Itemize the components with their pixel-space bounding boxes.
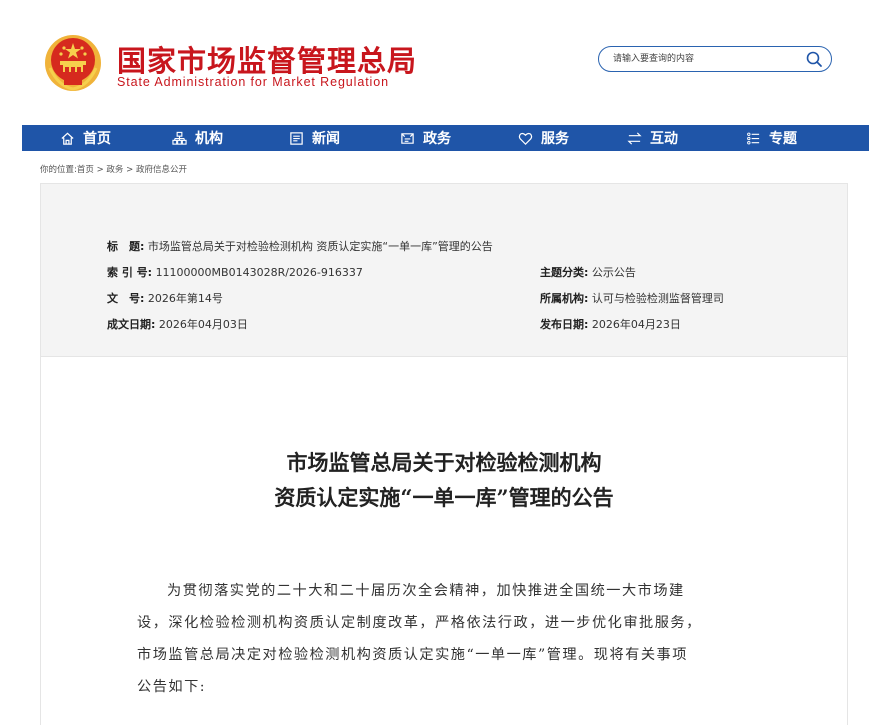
meta-org-row: 所属机构: 认可与检验检测监督管理司 xyxy=(540,290,724,306)
home-icon xyxy=(61,132,74,145)
nav-item-topics[interactable]: 专题 xyxy=(746,125,797,151)
meta-org-value: 认可与检验检测监督管理司 xyxy=(591,292,724,305)
meta-org-label: 所属机构: xyxy=(540,292,589,305)
article-panel: 标 题: 市场监管总局关于对检验检测机构 资质认定实施“一单一库”管理的公告 索… xyxy=(40,183,848,725)
breadcrumb-prefix: 你的位置: xyxy=(40,165,77,175)
site-subtitle: State Administration for Market Regulati… xyxy=(117,75,389,89)
meta-docno-label: 文 号: xyxy=(107,292,145,305)
meta-publish-row: 发布日期: 2026年04月23日 xyxy=(540,316,681,332)
meta-topic-row: 主题分类: 公示公告 xyxy=(540,264,636,280)
paragraph-line: 设，深化检验检测机构资质认定制度改革，严格依法行政，进一步优化审批服务， xyxy=(137,615,702,631)
heart-icon xyxy=(518,132,533,145)
document-title-line-2: 资质认定实施“一单一库”管理的公告 xyxy=(274,485,614,510)
nav-label: 首页 xyxy=(83,131,111,147)
meta-publish-value: 2026年04月23日 xyxy=(591,318,681,331)
nav-item-affairs[interactable]: 政务 xyxy=(400,125,451,151)
nav-item-org[interactable]: 机构 xyxy=(172,125,223,151)
meta-title-label: 标 题: xyxy=(107,240,145,253)
exchange-icon xyxy=(627,131,642,145)
nav-label: 专题 xyxy=(769,131,797,147)
breadcrumb-item-home[interactable]: 首页 xyxy=(77,165,94,175)
nav-item-news[interactable]: 新闻 xyxy=(289,125,340,151)
meta-index-label: 索 引 号: xyxy=(107,266,153,279)
meta-topic-label: 主题分类: xyxy=(540,266,589,279)
nav-item-home[interactable]: 首页 xyxy=(60,125,111,151)
breadcrumb-separator: > xyxy=(93,165,107,175)
org-chart-icon xyxy=(172,131,187,145)
nav-item-services[interactable]: 服务 xyxy=(518,125,569,151)
meta-publish-label: 发布日期: xyxy=(540,318,589,331)
meta-topic-value: 公示公告 xyxy=(591,266,636,279)
search-box xyxy=(598,46,832,72)
meta-docno-value: 2026年第14号 xyxy=(147,292,223,305)
paragraph-line: 市场监管总局决定对检验检测机构资质认定实施“一单一库”管理。现将有关事项 xyxy=(137,647,688,663)
search-icon[interactable] xyxy=(805,50,823,68)
document-metadata: 标 题: 市场监管总局关于对检验检测机构 资质认定实施“一单一库”管理的公告 索… xyxy=(41,184,847,357)
meta-title-row: 标 题: 市场监管总局关于对检验检测机构 资质认定实施“一单一库”管理的公告 xyxy=(107,238,493,254)
site-title[interactable]: 国家市场监督管理总局 xyxy=(117,38,417,80)
list-icon xyxy=(747,132,760,144)
nav-label: 机构 xyxy=(195,131,223,147)
meta-index-row: 索 引 号: 11100000MB0143028R/2026-916337 xyxy=(107,264,363,280)
site-header: 国家市场监督管理总局 State Administration for Mark… xyxy=(0,0,891,112)
nav-label: 新闻 xyxy=(312,131,340,147)
breadcrumb-item-affairs[interactable]: 政务 xyxy=(106,165,123,175)
main-nav: 首页 机构 新闻 政务 服务 互动 专题 xyxy=(22,125,869,151)
meta-title-value: 市场监管总局关于对检验检测机构 资质认定实施“一单一库”管理的公告 xyxy=(147,240,493,253)
meta-written-label: 成文日期: xyxy=(107,318,156,331)
nav-label: 互动 xyxy=(650,131,678,147)
paragraph-line: 为贯彻落实党的二十大和二十届历次全会精神，加快推进全国统一大市场建 xyxy=(167,583,685,599)
breadcrumb-item-gov-info[interactable]: 政府信息公开 xyxy=(136,165,187,175)
nav-item-interaction[interactable]: 互动 xyxy=(627,125,678,151)
meta-written-row: 成文日期: 2026年04月03日 xyxy=(107,316,248,332)
nav-label: 政务 xyxy=(423,131,451,147)
document-icon xyxy=(401,132,414,144)
breadcrumb-separator: > xyxy=(123,165,136,175)
national-emblem-icon[interactable] xyxy=(44,34,102,92)
nav-label: 服务 xyxy=(541,131,569,147)
meta-docno-row: 文 号: 2026年第14号 xyxy=(107,290,223,306)
meta-index-value: 11100000MB0143028R/2026-916337 xyxy=(155,266,363,279)
meta-written-value: 2026年04月03日 xyxy=(158,318,248,331)
document-title-line-1: 市场监管总局关于对检验检测机构 xyxy=(286,450,602,475)
breadcrumb: 你的位置:首页 > 政务 > 政府信息公开 xyxy=(40,163,187,175)
search-input[interactable] xyxy=(613,51,793,67)
newspaper-icon xyxy=(290,131,303,145)
paragraph-line: 公告如下: xyxy=(137,679,207,695)
